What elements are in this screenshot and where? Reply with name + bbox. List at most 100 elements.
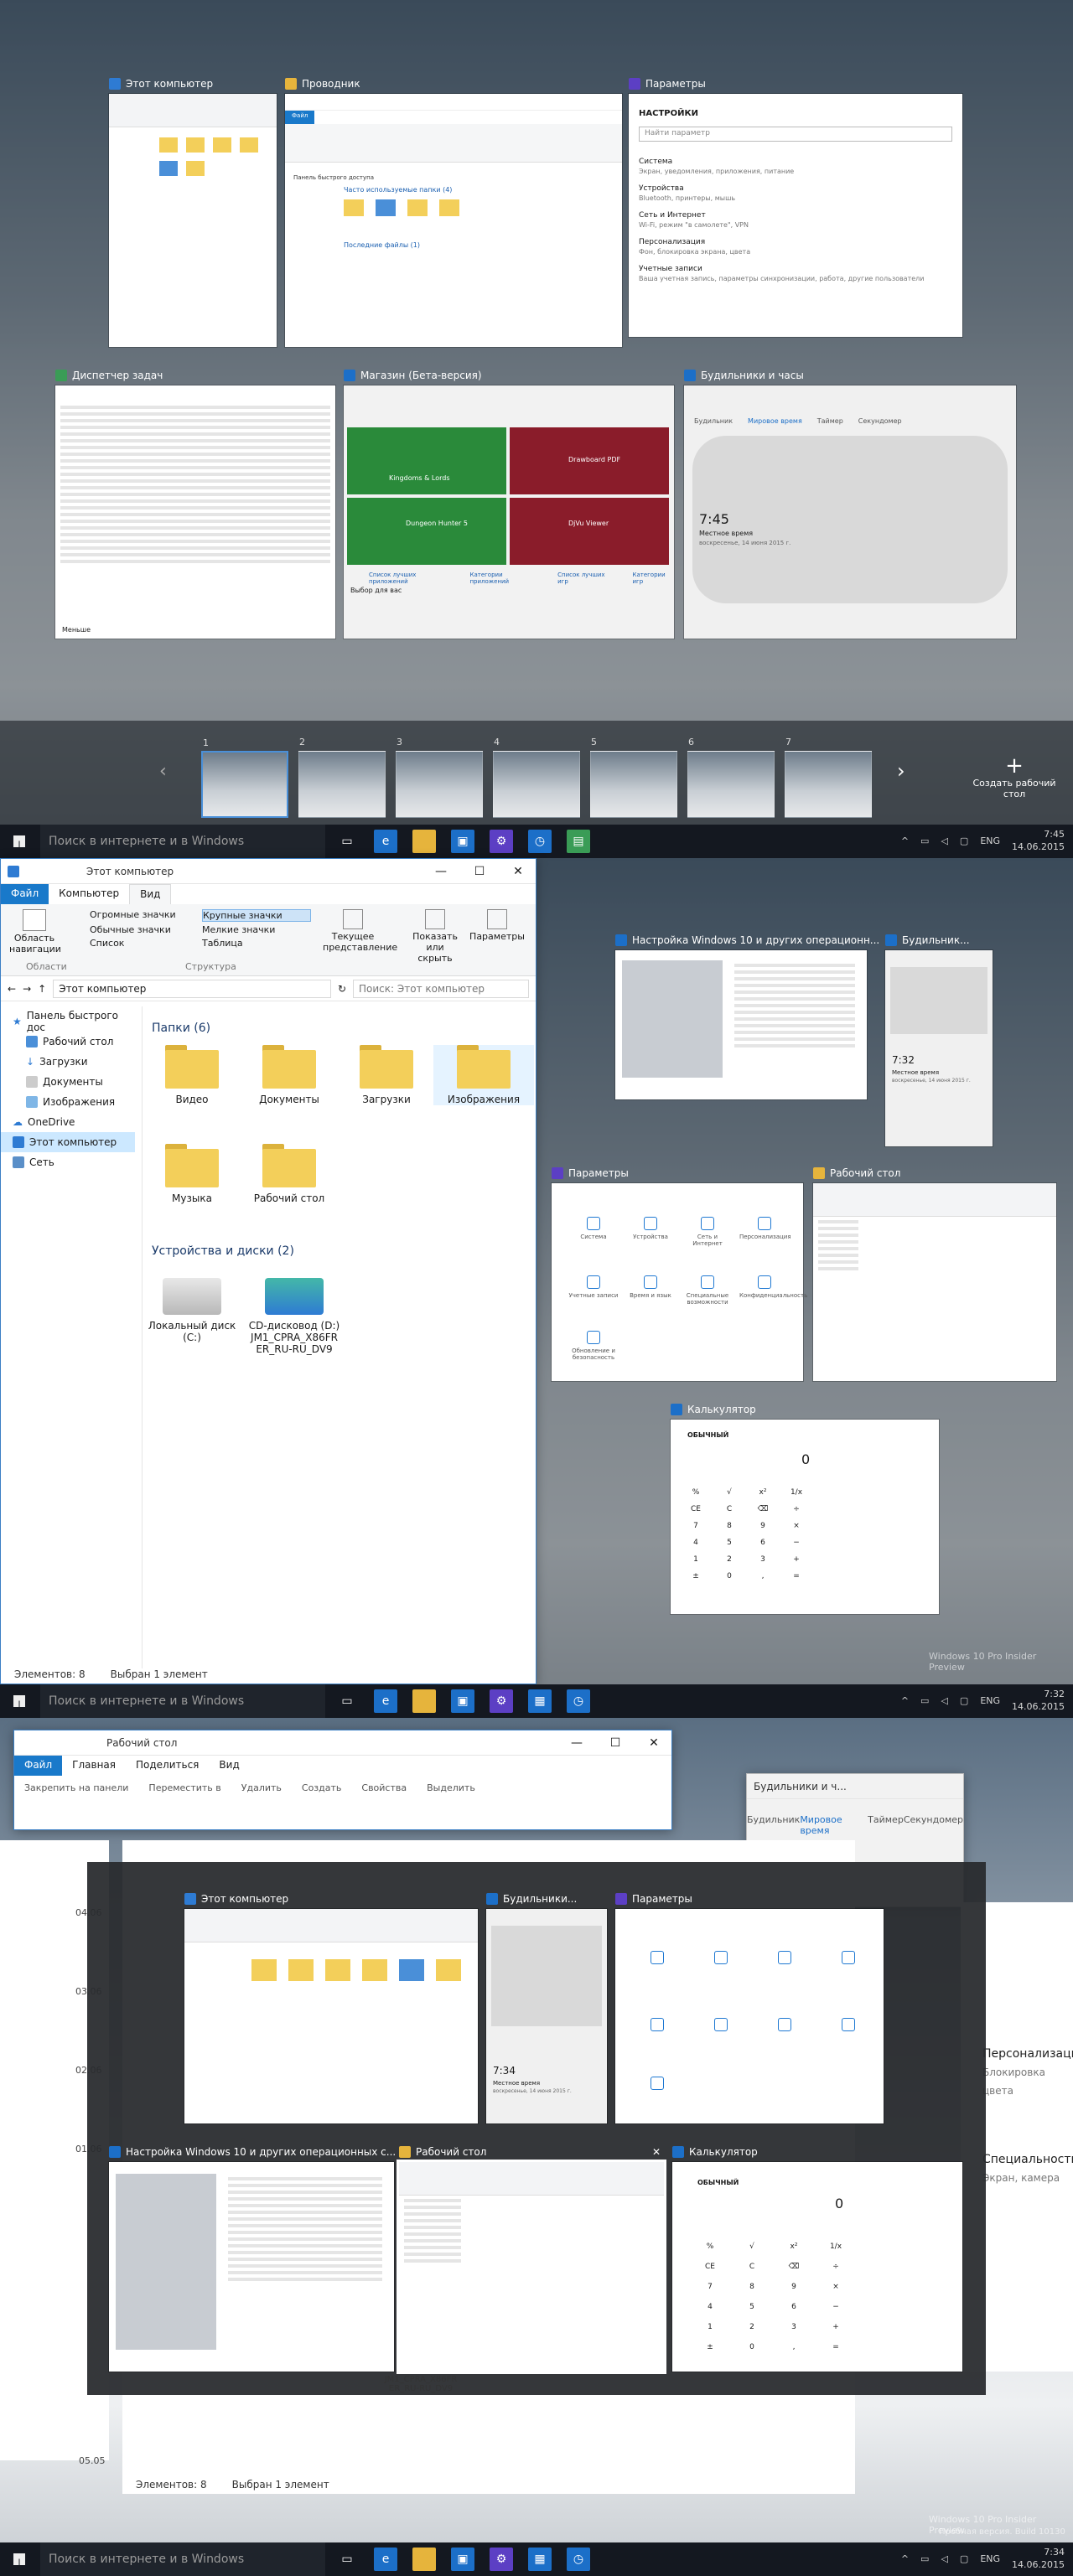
layout-option[interactable]: Мелкие значки — [202, 924, 311, 935]
thumb-desktop-folder[interactable]: Рабочий стол — [813, 1167, 1056, 1381]
maximize-button[interactable]: ☐ — [460, 859, 499, 884]
tray-chevron-icon[interactable]: ^ — [901, 835, 909, 846]
edge-icon[interactable]: e — [374, 2548, 397, 2571]
layout-option[interactable]: Список — [90, 938, 199, 949]
network-icon[interactable]: ▭ — [920, 2553, 929, 2564]
thumb-alarms[interactable]: Будильники и часы Будильник Мировое время… — [684, 370, 1016, 639]
tab-file[interactable]: Файл — [14, 1756, 63, 1776]
desktop-thumb-7[interactable]: 7 — [785, 737, 872, 818]
ribbon-command[interactable]: Выделить — [427, 1782, 475, 1793]
close-icon[interactable]: ✕ — [652, 2146, 664, 2158]
network-icon[interactable]: ▭ — [920, 835, 929, 846]
nav-item[interactable]: Изображения — [1, 1092, 135, 1112]
refresh-icon[interactable]: ↻ — [338, 983, 346, 995]
search-box[interactable]: Поиск в интернете и в Windows — [40, 2542, 325, 2576]
nav-item[interactable]: ☁ OneDrive — [1, 1112, 135, 1132]
layout-option[interactable]: Таблица — [202, 938, 311, 949]
address-bar[interactable]: Этот компьютер — [53, 979, 331, 998]
calculator-icon[interactable]: ▦ — [528, 2548, 552, 2571]
folder-item[interactable]: Документы — [239, 1045, 340, 1105]
folders-group-header[interactable]: Папки (6) — [152, 1022, 210, 1035]
task-view-icon[interactable]: ▭ — [335, 830, 359, 853]
store-icon[interactable]: ▣ — [451, 2548, 474, 2571]
back-arrow-icon[interactable]: ← — [8, 983, 16, 995]
options-button[interactable]: Параметры — [469, 909, 526, 942]
nav-item[interactable]: Рабочий стол — [1, 1032, 135, 1052]
calculator-icon[interactable]: ▦ — [528, 1689, 552, 1713]
ribbon-command[interactable]: Закрепить на панели — [24, 1782, 128, 1793]
nav-item[interactable]: ★ Панель быстрого дос — [1, 1010, 135, 1033]
thumb-settings-2[interactable]: Параметры Система Устройства Сеть и Инте… — [552, 1167, 807, 1381]
notifications-icon[interactable]: ▢ — [960, 1695, 968, 1706]
language[interactable]: ENG — [980, 1695, 1000, 1706]
folder-item[interactable]: Видео — [142, 1045, 242, 1105]
ribbon-command[interactable]: Переместить в — [148, 1782, 220, 1793]
volume-icon[interactable]: ◁ — [941, 1695, 947, 1706]
notifications-icon[interactable]: ▢ — [960, 2553, 968, 2564]
nav-item[interactable]: ↓ Загрузки — [1, 1052, 135, 1072]
close-button[interactable]: ✕ — [499, 859, 537, 884]
edge-icon[interactable]: e — [374, 1689, 397, 1713]
start-button[interactable] — [0, 2542, 39, 2576]
alt-tab-this-pc[interactable]: Этот компьютер — [184, 1893, 478, 2123]
clock-tab[interactable]: Будильник — [747, 1814, 800, 1836]
thumb-calculator[interactable]: Калькулятор ОБЫЧНЫЙ 0 % √ x² 1/x CE C ⌫ ÷ 7 8 9 × 4 5… — [671, 1404, 939, 1614]
thumb-browser[interactable]: Настройка Windows 10 и других операционн… — [615, 934, 879, 1099]
desktop-thumb-3[interactable]: 3 — [396, 737, 483, 818]
ribbon-command[interactable]: Удалить — [241, 1782, 282, 1793]
edge-icon[interactable]: e — [374, 830, 397, 853]
alt-tab-desktop-folder[interactable]: Рабочий стол ✕ — [397, 2146, 666, 2374]
drives-group-header[interactable]: Устройства и диски (2) — [152, 1244, 294, 1258]
maximize-button[interactable]: ☐ — [596, 1730, 635, 1756]
alarm-icon[interactable]: ◷ — [567, 1689, 590, 1713]
language[interactable]: ENG — [980, 2553, 1000, 2564]
search-box[interactable]: Поиск в интернете и в Windows — [40, 825, 325, 858]
folder-item[interactable]: Музыка — [142, 1144, 242, 1204]
minimize-button[interactable]: — — [557, 1730, 596, 1756]
clock-tab[interactable]: Мировое время — [800, 1814, 868, 1836]
task-view-icon[interactable]: ▭ — [335, 1689, 359, 1713]
alt-tab-browser[interactable]: Настройка Windows 10 и других операционн… — [109, 2146, 396, 2372]
desktop-thumb-6[interactable]: 6 — [687, 737, 775, 818]
task-manager-icon[interactable]: ▤ — [567, 830, 590, 853]
thumb-settings[interactable]: Параметры НАСТРОЙКИ Найти параметр Систе… — [629, 78, 962, 337]
nav-item[interactable]: Документы — [1, 1072, 135, 1092]
volume-icon[interactable]: ◁ — [941, 835, 947, 846]
settings-icon[interactable]: ⚙ — [490, 1689, 513, 1713]
nav-item[interactable]: Сеть — [1, 1152, 135, 1172]
nav-pane-button[interactable]: Область навигации — [9, 909, 61, 954]
tab-view[interactable]: Вид — [209, 1756, 249, 1776]
store-icon[interactable]: ▣ — [451, 1689, 474, 1713]
search-box[interactable]: Поиск в интернете и в Windows — [40, 1684, 325, 1718]
ribbon-command[interactable]: Создать — [302, 1782, 342, 1793]
thumb-store[interactable]: Магазин (Бета-версия) Kingdoms & Lords D… — [344, 370, 674, 639]
drive-item[interactable]: CD-дисковод (D:) JM1_CPRA_X86FR ER_RU-RU… — [244, 1278, 345, 1355]
desktop-thumb-5[interactable]: 5 — [590, 737, 677, 818]
desktop-thumb-4[interactable]: 4 — [493, 737, 580, 818]
volume-icon[interactable]: ◁ — [941, 2553, 947, 2564]
tab-home[interactable]: Главная — [62, 1756, 126, 1776]
task-view-icon[interactable]: ▭ — [335, 2548, 359, 2571]
close-button[interactable]: ✕ — [635, 1730, 673, 1756]
alt-tab-calculator[interactable]: Калькулятор ОБЫЧНЫЙ 0 % √ x² 1/x CE C ⌫ ÷ 7 8 9 × 4 5… — [672, 2146, 962, 2372]
folder-item[interactable]: Изображения — [433, 1045, 534, 1105]
alarm-icon[interactable]: ◷ — [567, 2548, 590, 2571]
explorer-icon[interactable] — [412, 830, 436, 853]
settings-icon[interactable]: ⚙ — [490, 830, 513, 853]
minimize-button[interactable]: — — [422, 859, 460, 884]
ribbon-command[interactable]: Свойства — [361, 1782, 407, 1793]
new-desktop-button[interactable]: + Создать рабочий стол — [962, 754, 1066, 799]
network-icon[interactable]: ▭ — [920, 1695, 929, 1706]
alarm-icon[interactable]: ◷ — [528, 830, 552, 853]
clock-tab[interactable]: Секундомер — [904, 1814, 963, 1836]
alt-tab-settings[interactable]: Параметры — [615, 1893, 884, 2123]
language[interactable]: ENG — [980, 835, 1000, 846]
thumb-explorer[interactable]: Проводник Файл Часто используемые папки … — [285, 78, 622, 347]
clock[interactable]: 7:34 14.06.2015 — [1012, 2546, 1065, 2571]
start-button[interactable] — [0, 825, 39, 858]
layout-option[interactable]: Обычные значки — [90, 924, 199, 935]
forward-arrow-icon[interactable]: → — [23, 983, 31, 995]
chevron-right-icon[interactable]: › — [897, 759, 905, 783]
chevron-left-icon[interactable]: ‹ — [159, 761, 167, 782]
settings-icon[interactable]: ⚙ — [490, 2548, 513, 2571]
